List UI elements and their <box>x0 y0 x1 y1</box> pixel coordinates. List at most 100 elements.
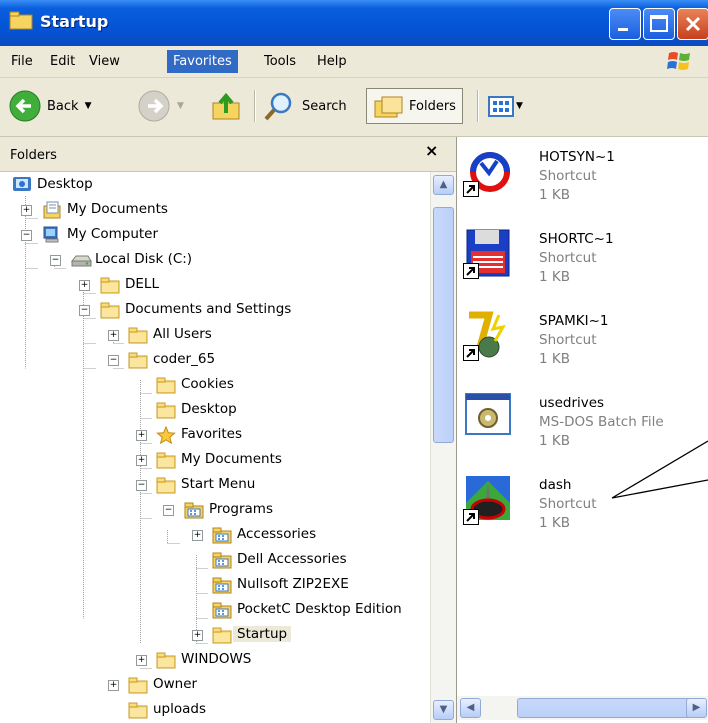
scroll-thumb[interactable] <box>433 207 454 443</box>
forward-dropdown-icon[interactable]: ▼ <box>177 101 184 111</box>
tree-item[interactable]: Cookies <box>0 374 430 396</box>
tree-item[interactable]: + My Documents <box>0 199 430 221</box>
expand-icon[interactable]: + <box>21 205 32 216</box>
tree-item[interactable]: Desktop <box>0 174 430 196</box>
file-item[interactable]: HOTSYN~1 Shortcut 1 KB <box>457 145 708 225</box>
folders-pane-close-icon[interactable]: × <box>425 141 438 160</box>
file-type: Shortcut <box>539 168 597 184</box>
up-folder-button[interactable] <box>210 88 244 124</box>
tree-item[interactable]: + DELL <box>0 274 430 296</box>
maximize-button[interactable] <box>643 8 675 40</box>
collapse-icon[interactable]: − <box>79 305 90 316</box>
folder-tree-scrollbar[interactable]: ▲ ▼ <box>430 172 456 723</box>
forward-arrow-icon <box>138 90 170 122</box>
title-bar: Startup <box>0 0 708 46</box>
folders-button[interactable]: Folders <box>366 88 463 124</box>
menu-bar: File Edit View Favorites Tools Help <box>0 46 708 78</box>
tree-item[interactable]: PocketC Desktop Edition <box>0 599 430 621</box>
search-button[interactable]: Search <box>262 88 347 124</box>
expand-icon[interactable]: + <box>108 680 119 691</box>
folder-icon <box>128 701 148 719</box>
forward-button[interactable]: ▼ <box>137 88 184 124</box>
file-name: HOTSYN~1 <box>539 149 615 165</box>
windows-logo-icon <box>667 52 690 70</box>
tree-item-label: Nullsoft ZIP2EXE <box>237 576 349 592</box>
expand-icon[interactable]: + <box>136 655 147 666</box>
minimize-button[interactable] <box>609 8 641 40</box>
tree-item[interactable]: − Start Menu <box>0 474 430 496</box>
file-item[interactable]: dash Shortcut 1 KB <box>457 473 708 553</box>
tree-item[interactable]: + Owner <box>0 674 430 696</box>
shortcut-arrow-icon <box>463 345 479 361</box>
menu-tools[interactable]: Tools <box>258 53 302 70</box>
tree-item[interactable]: − Documents and Settings <box>0 299 430 321</box>
tree-item-label: WINDOWS <box>181 651 252 667</box>
my-computer-icon <box>42 226 62 243</box>
views-dropdown-icon[interactable]: ▼ <box>516 101 523 111</box>
tree-item[interactable]: Desktop <box>0 399 430 421</box>
tree-item[interactable]: − My Computer <box>0 224 430 246</box>
collapse-icon[interactable]: − <box>136 480 147 491</box>
tree-item-label: Favorites <box>181 426 242 442</box>
tree-item[interactable]: + WINDOWS <box>0 649 430 671</box>
back-button[interactable]: Back ▼ <box>8 88 91 124</box>
scroll-right-button[interactable]: ▶ <box>686 698 707 718</box>
spamkiller-icon <box>463 309 513 379</box>
tree-item-label: Accessories <box>237 526 317 542</box>
tree-item[interactable]: + Favorites <box>0 424 430 446</box>
file-type: Shortcut <box>539 250 597 266</box>
file-item[interactable]: usedrives MS-DOS Batch File 1 KB <box>457 391 708 471</box>
hscroll-thumb[interactable] <box>517 698 693 718</box>
tree-item[interactable]: uploads <box>0 699 430 721</box>
tree-item[interactable]: Nullsoft ZIP2EXE <box>0 574 430 596</box>
folders-icon <box>374 96 403 118</box>
collapse-icon[interactable]: − <box>108 355 119 366</box>
scroll-up-button[interactable]: ▲ <box>433 175 454 195</box>
menu-help[interactable]: Help <box>311 53 353 70</box>
menu-view[interactable]: View <box>83 53 126 70</box>
tree-item[interactable]: + All Users <box>0 324 430 346</box>
scroll-down-button[interactable]: ▼ <box>433 700 454 720</box>
folder-icon <box>156 376 176 394</box>
collapse-icon[interactable]: − <box>163 505 174 516</box>
folder-icon <box>9 11 33 30</box>
tree-item-label: Cookies <box>181 376 234 392</box>
views-button[interactable]: ▼ <box>486 88 523 124</box>
tree-item[interactable]: − Programs <box>0 499 430 521</box>
tree-item[interactable]: − Local Disk (C:) <box>0 249 430 271</box>
close-button[interactable] <box>677 8 708 40</box>
tree-item[interactable]: Dell Accessories <box>0 549 430 571</box>
folder-icon <box>128 326 148 344</box>
file-list-hscrollbar[interactable]: ◀ ▶ <box>457 696 708 720</box>
file-type: MS-DOS Batch File <box>539 414 664 430</box>
file-size: 1 KB <box>539 351 570 367</box>
window-title: Startup <box>40 12 109 31</box>
program-group-icon <box>212 601 232 619</box>
menu-file[interactable]: File <box>5 53 39 70</box>
menu-edit[interactable]: Edit <box>44 53 81 70</box>
tree-item[interactable]: − coder_65 <box>0 349 430 371</box>
expand-icon[interactable]: + <box>192 530 203 541</box>
toolbar-separator <box>477 90 479 122</box>
expand-icon[interactable]: + <box>79 280 90 291</box>
collapse-icon[interactable]: − <box>21 230 32 241</box>
folders-pane: Folders × Desktop + My Documents − My Comput… <box>0 137 457 723</box>
tree-item[interactable]: + Startup <box>0 624 430 646</box>
expand-icon[interactable]: + <box>192 630 203 641</box>
tree-item[interactable]: + Accessories <box>0 524 430 546</box>
expand-icon[interactable]: + <box>108 330 119 341</box>
expand-icon[interactable]: + <box>136 455 147 466</box>
toolbar: Back ▼ ▼ Search Folders ▼ <box>0 78 708 137</box>
expand-icon[interactable]: + <box>136 430 147 441</box>
back-dropdown-icon[interactable]: ▼ <box>85 101 92 111</box>
folder-icon <box>212 626 232 644</box>
file-item[interactable]: SPAMKI~1 Shortcut 1 KB <box>457 309 708 389</box>
tree-item-label: My Documents <box>67 201 168 217</box>
maximize-icon <box>650 15 668 32</box>
scroll-left-button[interactable]: ◀ <box>460 698 481 718</box>
batch-file-icon <box>463 391 513 461</box>
file-item[interactable]: SHORTC~1 Shortcut 1 KB <box>457 227 708 307</box>
menu-favorites[interactable]: Favorites <box>167 50 238 73</box>
collapse-icon[interactable]: − <box>50 255 61 266</box>
tree-item[interactable]: + My Documents <box>0 449 430 471</box>
